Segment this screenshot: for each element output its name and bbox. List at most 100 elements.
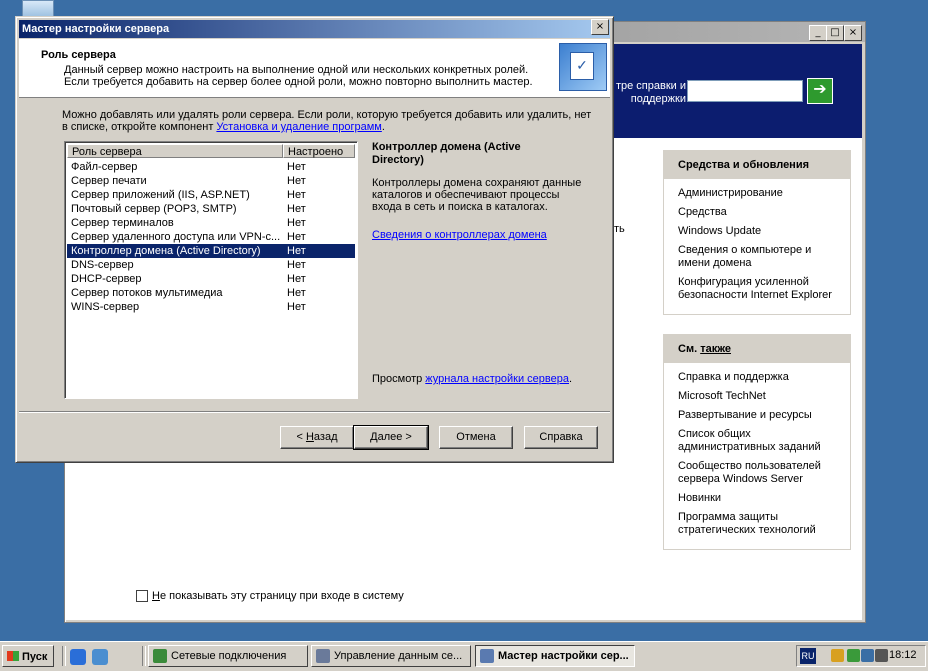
- role-row[interactable]: Сервер потоков мультимедиа Нет: [67, 286, 355, 300]
- link-technet[interactable]: Microsoft TechNet: [678, 390, 842, 403]
- role-status: Нет: [287, 231, 306, 243]
- role-row[interactable]: Сервер печати Нет: [67, 174, 355, 188]
- task-label: Управление данным се...: [334, 650, 463, 662]
- maximize-button[interactable]: □: [826, 25, 844, 41]
- role-name: Сервер удаленного доступа или VPN-с...: [71, 231, 281, 243]
- panel-title-underlined: также: [700, 343, 731, 355]
- role-name: Почтовый сервер (POP3, SMTP): [71, 203, 237, 215]
- next-hotkey: Д: [370, 431, 378, 443]
- dont-show-checkbox[interactable]: [136, 590, 148, 603]
- tray-app-icon[interactable]: [831, 649, 844, 662]
- header-title: Роль сервера: [41, 49, 116, 61]
- tray-network-icon[interactable]: [861, 649, 874, 662]
- role-status: Нет: [287, 217, 306, 229]
- role-status: Нет: [287, 287, 306, 299]
- role-name: Сервер печати: [71, 175, 147, 187]
- add-remove-programs-link[interactable]: Установка и удаление программ: [216, 121, 381, 133]
- role-name: Сервер потоков мультимедиа: [71, 287, 223, 299]
- go-arrow-icon[interactable]: ➔: [807, 78, 833, 104]
- tray-update-icon[interactable]: [847, 649, 860, 662]
- network-icon: [153, 649, 167, 663]
- column-header-configured[interactable]: Настроено: [283, 144, 355, 158]
- minimize-button[interactable]: _: [809, 25, 827, 41]
- see-also-panel: См. также Справка и поддержка Microsoft …: [663, 334, 851, 550]
- role-row[interactable]: Почтовый сервер (POP3, SMTP) Нет: [67, 202, 355, 216]
- taskbar: Пуск Сетевые подключения Управление данн…: [0, 641, 928, 671]
- close-icon[interactable]: ×: [591, 19, 609, 35]
- role-name: Сервер приложений (IIS, ASP.NET): [71, 189, 250, 201]
- back-button[interactable]: < Назад: [280, 426, 354, 449]
- dont-show-label: е показывать эту страницу при входе в си…: [159, 590, 404, 602]
- link-admin-tasks[interactable]: Список общих административных заданий: [678, 428, 842, 454]
- role-info-description: Контроллеры домена сохраняют данные ката…: [372, 177, 582, 213]
- link-whats-new[interactable]: Новинки: [678, 492, 842, 505]
- link-windows-update[interactable]: Windows Update: [678, 225, 842, 238]
- wizard-icon: [480, 649, 494, 663]
- role-status: Нет: [287, 175, 306, 187]
- divider: [19, 411, 610, 413]
- link-community[interactable]: Сообщество пользователей сервера Windows…: [678, 460, 842, 486]
- server-config-icon: ✓: [559, 43, 607, 91]
- internet-explorer-icon[interactable]: [70, 649, 86, 665]
- log-prefix: Просмотр: [372, 373, 426, 385]
- role-name: Файл-сервер: [71, 161, 138, 173]
- column-header-role[interactable]: Роль сервера: [67, 144, 283, 158]
- role-row[interactable]: WINS-сервер Нет: [67, 300, 355, 314]
- task-manage-server[interactable]: Управление данным се...: [311, 645, 471, 667]
- task-network-connections[interactable]: Сетевые подключения: [148, 645, 308, 667]
- help-button[interactable]: Справка: [524, 426, 598, 449]
- intro-text: Можно добавлять или удалять роли сервера…: [62, 109, 592, 133]
- next-button[interactable]: Далее >: [353, 425, 429, 450]
- role-row[interactable]: Сервер удаленного доступа или VPN-с... Не…: [67, 230, 355, 244]
- role-row[interactable]: Файл-сервер Нет: [67, 160, 355, 174]
- role-row[interactable]: DHCP-сервер Нет: [67, 272, 355, 286]
- cancel-button[interactable]: Отмена: [439, 426, 513, 449]
- tools-updates-panel: Средства и обновления Администрирование …: [663, 150, 851, 315]
- link-security-program[interactable]: Программа защиты стратегических технолог…: [678, 511, 842, 537]
- wizard-dialog: Мастер настройки сервера × Роль сервера …: [15, 16, 614, 463]
- back-label: азад: [313, 431, 338, 443]
- link-tools[interactable]: Средства: [678, 206, 842, 219]
- next-label: алее >: [377, 431, 412, 443]
- role-row[interactable]: Контроллер домена (Active Directory) Нет: [67, 244, 355, 258]
- system-tray: RU 18:12: [796, 645, 926, 667]
- divider: [62, 646, 66, 666]
- header-description: Данный сервер можно настроить на выполне…: [64, 64, 533, 88]
- dont-show-hotkey: Н: [152, 590, 160, 602]
- back-prefix: <: [296, 431, 306, 443]
- help-search-input[interactable]: [687, 80, 803, 102]
- clock[interactable]: 18:12: [889, 649, 917, 661]
- role-status: Нет: [287, 189, 306, 201]
- tray-volume-icon[interactable]: [875, 649, 888, 662]
- role-status: Нет: [287, 301, 306, 313]
- task-label: Мастер настройки сер...: [498, 650, 629, 662]
- checklist-icon: ✓: [570, 52, 594, 80]
- role-row[interactable]: Сервер приложений (IIS, ASP.NET) Нет: [67, 188, 355, 202]
- link-ie-security[interactable]: Конфигурация усиленной безопасности Inte…: [678, 276, 842, 302]
- role-status: Нет: [287, 203, 306, 215]
- role-row[interactable]: DNS-сервер Нет: [67, 258, 355, 272]
- panel-title: См. также: [664, 335, 850, 363]
- role-row[interactable]: Сервер терминалов Нет: [67, 216, 355, 230]
- link-deployment[interactable]: Развертывание и ресурсы: [678, 409, 842, 422]
- show-desktop-icon[interactable]: [92, 649, 108, 665]
- link-admin-tools[interactable]: Администрирование: [678, 187, 842, 200]
- link-computer-info[interactable]: Сведения о компьютере и имени домена: [678, 244, 842, 270]
- role-status: Нет: [287, 161, 306, 173]
- task-config-wizard[interactable]: Мастер настройки сер...: [475, 645, 635, 667]
- wizard-header: Роль сервера Данный сервер можно настрои…: [19, 39, 610, 98]
- link-help-support[interactable]: Справка и поддержка: [678, 371, 842, 384]
- language-indicator[interactable]: RU: [800, 648, 816, 664]
- config-log-link[interactable]: журнала настройки сервера: [425, 373, 569, 385]
- server-roles-list[interactable]: Роль сервера Настроено Файл-сервер Нет Сер…: [64, 141, 358, 399]
- server-icon: [316, 649, 330, 663]
- divider: [142, 646, 146, 666]
- back-hotkey: Н: [305, 431, 314, 443]
- close-button[interactable]: ×: [844, 25, 862, 41]
- role-status: Нет: [287, 245, 306, 257]
- start-button[interactable]: Пуск: [2, 645, 54, 667]
- intro-end: .: [381, 121, 385, 133]
- log-row: Просмотр журнала настройки сервера.: [372, 373, 572, 385]
- dc-info-link[interactable]: Сведения о контроллерах домена: [372, 229, 547, 241]
- dont-show-checkbox-row[interactable]: Не показывать эту страницу при входе в с…: [136, 590, 404, 603]
